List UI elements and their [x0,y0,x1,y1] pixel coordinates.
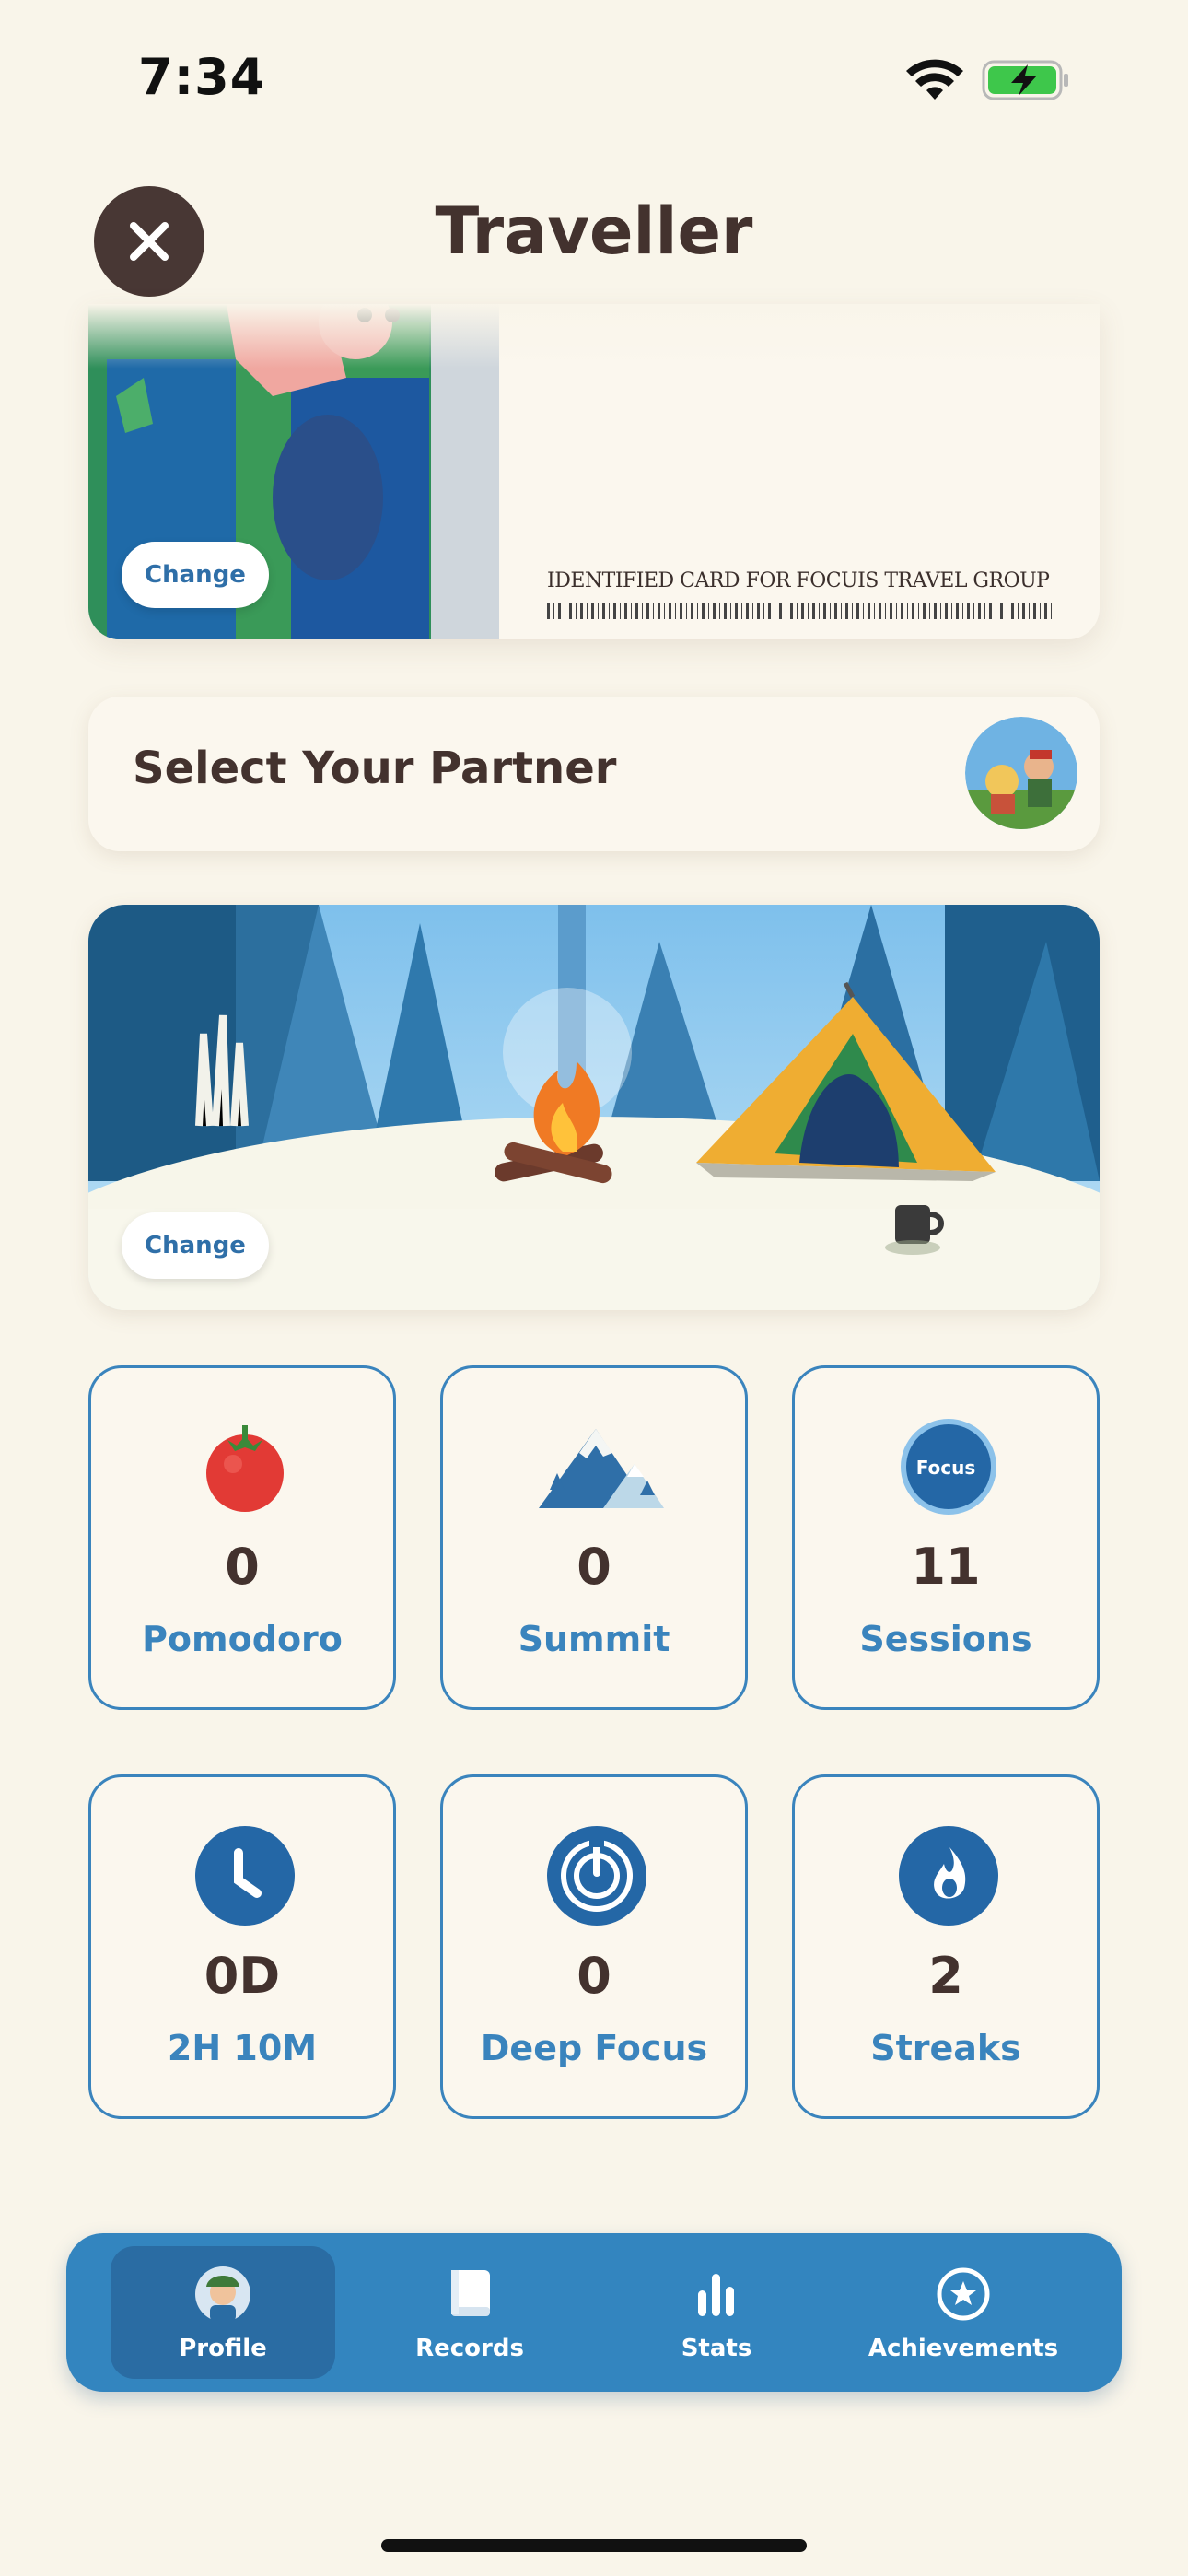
stat-card-sessions: Focus 11 Sessions [792,1365,1100,1710]
stat-label: Pomodoro [142,1619,343,1659]
stat-value: 0 [225,1538,260,1596]
tab-label: Records [415,2335,524,2362]
bar-chart-icon [698,2274,734,2316]
stat-card-deep-focus: 0 Deep Focus [440,1774,748,2119]
barcode [547,603,1052,619]
select-partner-row[interactable]: Select Your Partner [88,697,1100,851]
tab-label: Stats [681,2335,752,2362]
tab-profile[interactable]: Profile [111,2246,335,2379]
home-indicator [381,2539,807,2552]
tab-achievements[interactable]: Achievements [851,2246,1076,2379]
change-avatar-button[interactable]: Change [122,542,269,608]
flame-icon [899,1826,998,1926]
battery-charging-icon [982,60,1068,100]
change-scene-button[interactable]: Change [122,1212,269,1279]
tomato-icon [206,1425,284,1512]
tab-label: Profile [179,2335,267,2362]
tab-records[interactable]: Records [357,2246,582,2379]
book-icon [451,2270,490,2316]
deep-focus-icon [547,1826,646,1926]
profile-avatar-icon [195,2266,250,2322]
stat-value: 0 [577,1947,611,2005]
stat-card-summit: 0 Summit [440,1365,748,1710]
stat-card-pomodoro: 0 Pomodoro [88,1365,396,1710]
stat-label: 2H 10M [167,2028,318,2068]
page-title: Traveller [435,193,753,269]
mountain-icon [539,1429,664,1508]
traveller-id-card: IDENTIFIED CARD FOR FOCUIS TRAVEL GROUP … [88,304,1100,639]
partner-label: Select Your Partner [133,743,617,794]
wifi-icon [906,59,963,100]
stat-card-total-time: 0D 2H 10M [88,1774,396,2119]
star-badge-icon [937,2267,990,2321]
camp-scene-card: Change [88,905,1100,1310]
stat-value: 0 [577,1538,611,1596]
status-time: 7:34 [138,48,266,106]
id-card-caption: IDENTIFIED CARD FOR FOCUIS TRAVEL GROUP [547,569,1050,592]
stat-value: 11 [911,1538,981,1596]
stat-value: 2 [928,1947,963,2005]
clock-icon [195,1826,295,1926]
bottom-tab-bar: Profile Records Stats Achievements [66,2233,1122,2392]
stat-label: Summit [518,1619,670,1659]
stat-card-streaks: 2 Streaks [792,1774,1100,2119]
stat-label: Streaks [870,2028,1021,2068]
focus-badge-text: Focus [915,1457,976,1479]
stat-value: 0D [204,1947,281,2005]
partner-avatar[interactable] [965,717,1077,829]
stat-label: Sessions [859,1619,1032,1659]
tab-label: Achievements [868,2335,1059,2362]
tab-stats[interactable]: Stats [604,2246,829,2379]
stat-label: Deep Focus [480,2028,708,2068]
